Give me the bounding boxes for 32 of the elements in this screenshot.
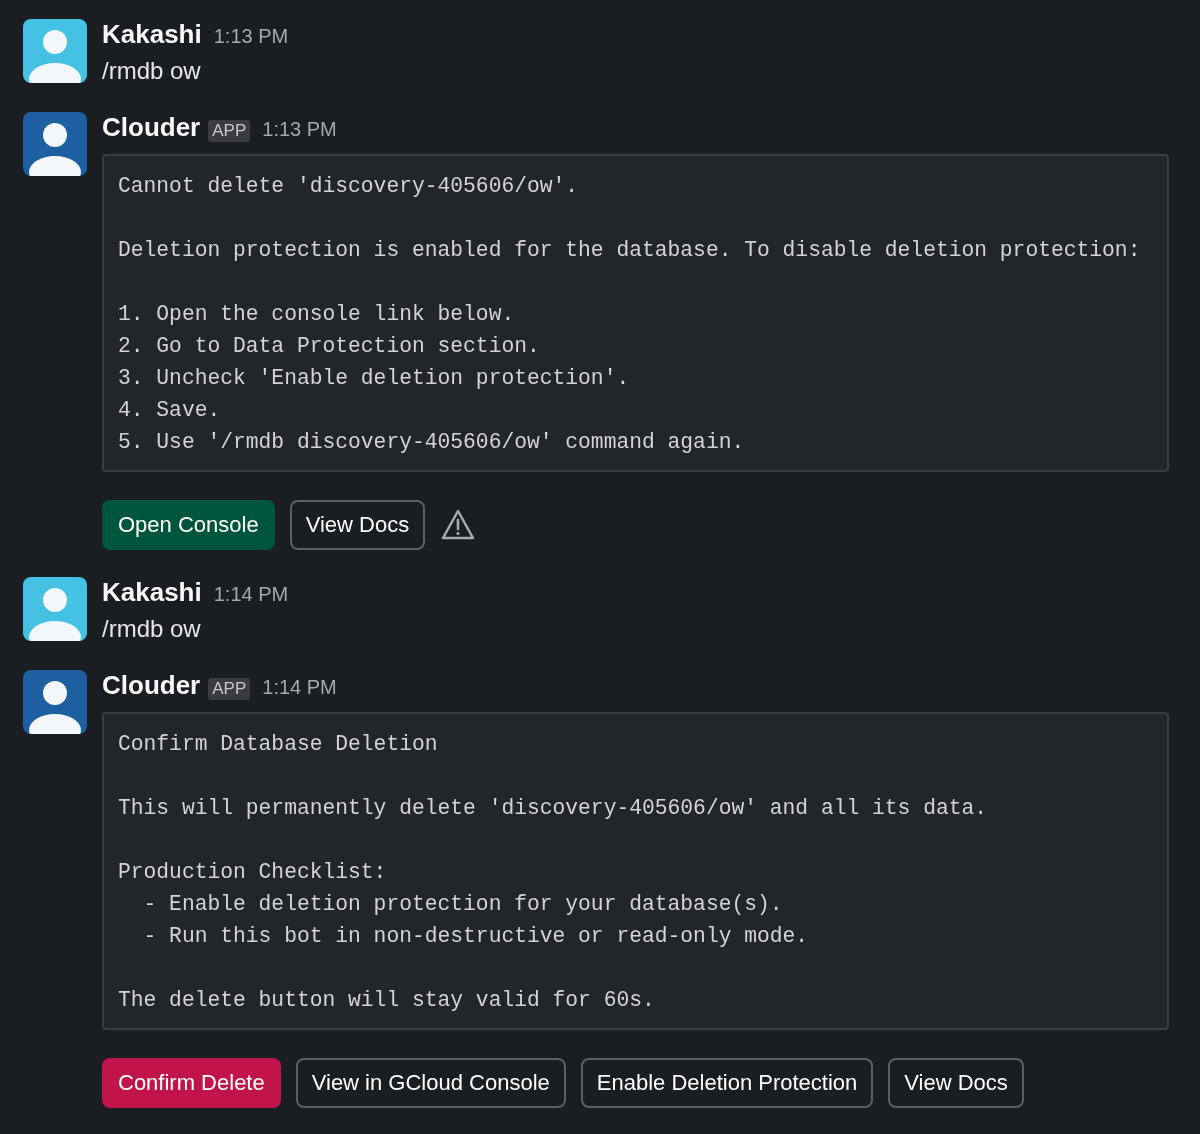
primary-button[interactable]: Open Console xyxy=(102,500,275,550)
code-line: 3. Uncheck 'Enable deletion protection'. xyxy=(118,365,631,392)
message-text: /rmdb ow xyxy=(102,57,202,85)
code-line: 1. Open the console link below. xyxy=(118,301,516,328)
author-name[interactable]: Kakashi xyxy=(102,19,202,50)
code-line: Cannot delete 'discovery-405606/ow'. xyxy=(118,173,580,200)
author-name[interactable]: Clouder xyxy=(102,112,201,143)
code-line: 5. Use '/rmdb discovery-405606/ow' command again. xyxy=(118,429,746,456)
author-name[interactable]: Kakashi xyxy=(102,577,202,608)
code-line: Confirm Database Deletion xyxy=(118,731,439,758)
code-line: Deletion protection is enabled for the database. To disable deletion protection: xyxy=(118,237,1142,264)
code-line: 4. Save. xyxy=(118,397,222,424)
app-badge: APP xyxy=(208,678,251,700)
code-line: 2. Go to Data Protection section. xyxy=(118,333,541,360)
action-button[interactable]: View in GCloud Console xyxy=(295,1058,566,1108)
message-time[interactable]: 1:14 PM xyxy=(213,583,289,606)
code-line: This will permanently delete 'discovery-405606/ow' and all its data. xyxy=(118,795,989,822)
message-time[interactable]: 1:13 PM xyxy=(262,118,337,141)
message-text: /rmdb ow xyxy=(102,615,202,643)
author-name[interactable]: Clouder xyxy=(102,670,201,701)
message-time[interactable]: 1:14 PM xyxy=(262,676,337,699)
warning-icon[interactable] xyxy=(440,508,477,542)
code-line: - Run this bot in non-destructive or read-only mode. xyxy=(142,923,810,950)
code-line: Production Checklist: xyxy=(118,859,388,886)
action-button[interactable]: View Docs xyxy=(289,500,426,550)
code-line: - Enable deletion protection for your database(s). xyxy=(142,891,784,918)
action-button[interactable]: Enable Deletion Protection xyxy=(580,1058,874,1108)
action-button[interactable]: View Docs xyxy=(888,1058,1024,1108)
app-badge: APP xyxy=(208,120,251,142)
message-time[interactable]: 1:13 PM xyxy=(213,25,289,48)
code-line: The delete button will stay valid for 60s. xyxy=(118,987,656,1014)
confirm-button[interactable]: Confirm Delete xyxy=(102,1058,281,1108)
